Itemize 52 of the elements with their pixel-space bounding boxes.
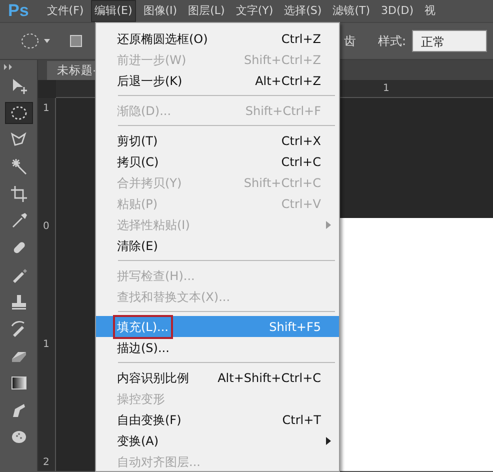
ruler-number: 2 — [43, 458, 50, 468]
shortcut-label: Ctrl+C — [281, 154, 321, 170]
gradient-icon — [10, 374, 28, 392]
shortcut-label: Shift+Ctrl+C — [244, 174, 321, 192]
menu-item[interactable]: 描边(S)... — [96, 337, 339, 358]
menu-bar-item[interactable]: 3D(D) — [377, 0, 418, 22]
ruler-number: 1 — [43, 104, 50, 114]
shortcut-label: Alt+Ctrl+Z — [255, 72, 321, 90]
menu-bar-item[interactable]: 选择(S) — [280, 0, 326, 22]
ellipse-marquee-icon — [10, 104, 28, 122]
menu-item[interactable]: 拷贝(C) Ctrl+C — [96, 151, 339, 172]
shortcut-label: Alt+Shift+Ctrl+C — [218, 370, 321, 386]
menu-item[interactable]: 自由变换(F) Ctrl+T — [96, 409, 339, 430]
menu-item[interactable]: 还原椭圆选框(O) Ctrl+Z — [96, 28, 339, 49]
menu-item-label: 填充(L)... — [116, 318, 170, 336]
menu-bar-item[interactable]: 滤镜(T) — [328, 0, 374, 22]
menu-item[interactable]: 剪切(T) Ctrl+X — [96, 130, 339, 151]
shortcut-label: Ctrl+X — [281, 132, 321, 150]
collapse-icon[interactable] — [4, 64, 14, 70]
menu-item[interactable]: 变换(A) — [96, 430, 339, 451]
tool-button[interactable] — [4, 102, 32, 124]
menu-bar-item[interactable]: 文字(Y) — [232, 0, 278, 22]
shortcut-label: Ctrl+T — [282, 412, 321, 428]
crop-icon — [10, 185, 28, 203]
submenu-arrow-icon — [326, 221, 331, 230]
ruler-number: 1 — [43, 340, 50, 350]
option-label: 齿 — [344, 33, 356, 50]
ruler-number: 1 — [383, 84, 390, 94]
submenu-arrow-icon — [326, 437, 331, 446]
menu-bar-item[interactable]: 图像(I) — [139, 0, 182, 22]
menu-bar-item[interactable]: 图层(L) — [184, 0, 229, 22]
menu-bar-item[interactable]: 视 — [420, 0, 440, 22]
shortcut-label: Shift+Ctrl+F — [245, 102, 321, 120]
stamp-icon — [10, 293, 28, 311]
style-dropdown[interactable]: 正常 — [412, 30, 488, 52]
caret-icon[interactable] — [44, 39, 50, 43]
app-logo: Ps — [7, 0, 30, 22]
menu-item[interactable]: 填充(L)... Shift+F5 — [96, 316, 339, 337]
menu-bar-item[interactable]: 编辑(E) — [90, 0, 136, 22]
lasso-icon — [10, 131, 28, 149]
style-label: 样式: — [378, 33, 406, 50]
sponge-icon — [10, 428, 28, 446]
ellipse-marquee-icon[interactable] — [20, 32, 40, 50]
menu-item[interactable]: 清除(E) — [96, 235, 339, 256]
ruler-number: 0 — [43, 222, 50, 232]
magic-wand-icon — [10, 158, 28, 176]
shortcut-label: Ctrl+V — [281, 196, 321, 212]
shortcut-label: Ctrl+Z — [281, 30, 321, 48]
shortcut-label: Shift+Ctrl+Z — [244, 52, 321, 68]
menu-bar-item[interactable]: 文件(F) — [42, 0, 88, 22]
shortcut-label: Shift+F5 — [269, 318, 321, 336]
menu-item[interactable]: 内容识别比例 Alt+Shift+Ctrl+C — [96, 367, 339, 388]
